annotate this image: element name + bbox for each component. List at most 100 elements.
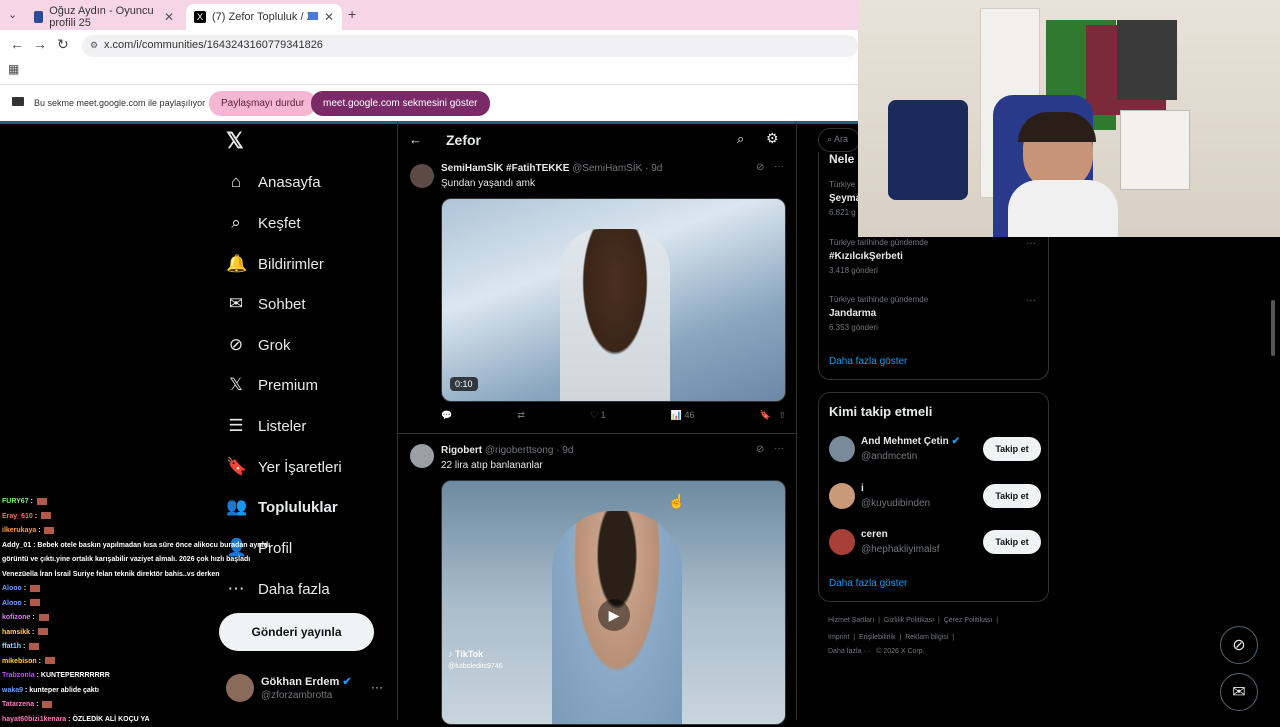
chat-message: mikebison :: [2, 655, 302, 670]
webcam-person-shirt: [1008, 180, 1118, 237]
sidebar-item-3[interactable]: 🔔Bildirimler: [226, 254, 324, 274]
reply-icon[interactable]: 💬: [441, 410, 452, 421]
chat-text: Venezüella İran İsrail Suriye felan tekn…: [2, 571, 219, 578]
more-icon[interactable]: ···: [774, 443, 784, 454]
tab-zefor[interactable]: X (7) Zefor Topluluk / X ✕: [186, 4, 342, 30]
chat-username: Trabzonla: [2, 672, 35, 679]
sidebar-item-1[interactable]: ⌂Anasayfa: [226, 172, 321, 192]
avatar[interactable]: [410, 164, 434, 188]
chat-username: mikebison: [2, 658, 37, 665]
show-more-trends-link[interactable]: Daha fazla göster: [829, 356, 907, 367]
grok-icon[interactable]: ⊘: [756, 162, 764, 173]
tab-list-chevron-icon[interactable]: ⌄: [8, 8, 17, 21]
avatar[interactable]: [829, 436, 855, 462]
tweet-text: 22 lira atıp banlananlar: [441, 460, 543, 471]
trend-more-icon[interactable]: ···: [1026, 238, 1036, 249]
chat-separator: :: [21, 643, 27, 650]
sidebar-item-8[interactable]: 🔖Yer İşaretleri: [226, 457, 342, 477]
chat-username: Addy_01: [2, 542, 31, 549]
show-meet-tab-button[interactable]: meet.google.com sekmesini göster: [311, 91, 490, 116]
views-button[interactable]: 📊 46: [671, 410, 695, 421]
chat-message: waka9 : kunteper ablide çaktı: [2, 684, 302, 699]
follow-suggestion[interactable]: And Mehmet Çetin ✔ @andmcetin Takip et: [829, 433, 1041, 467]
follow-button[interactable]: Takip et: [983, 484, 1041, 508]
footer-link[interactable]: Erişilebilirlik: [859, 634, 896, 641]
url-input[interactable]: ⚙ x.com/i/communities/164324316077934182…: [82, 35, 858, 57]
reload-icon[interactable]: ↻: [57, 36, 69, 53]
sidebar-item-6[interactable]: 𝕏Premium: [226, 375, 318, 395]
like-button[interactable]: ♡ 1: [590, 410, 606, 421]
avatar[interactable]: [829, 483, 855, 509]
tweet[interactable]: Rigobert @rigobertt­song · 9d ⊘ ··· 22 l…: [398, 440, 797, 720]
sidebar-item-7[interactable]: ☰Listeler: [226, 416, 306, 436]
close-tab-icon[interactable]: ✕: [164, 10, 174, 24]
chat-message: Venezüella İran İsrail Suriye felan tekn…: [2, 568, 302, 583]
follow-button[interactable]: Takip et: [983, 530, 1041, 554]
avatar[interactable]: [410, 444, 434, 468]
url-text: x.com/i/communities/1643243160779341826: [104, 39, 323, 51]
back-arrow-icon[interactable]: ←: [409, 132, 422, 147]
follow-suggestion[interactable]: i @kuyudibinden Takip et: [829, 480, 1041, 514]
sidebar-item-2[interactable]: ⌕Keşfet: [226, 213, 301, 233]
video-duration: 0:10: [450, 377, 478, 391]
avatar[interactable]: [829, 529, 855, 555]
sidebar-item-label: Yer İşaretleri: [258, 459, 342, 476]
footer-link[interactable]: Gizlilik Politikası: [884, 617, 934, 624]
bookmark-icon[interactable]: 🔖: [760, 410, 771, 420]
chat-separator: :: [36, 527, 42, 534]
scrollbar-thumb[interactable]: [1271, 300, 1275, 356]
footer-link[interactable]: Imprint: [828, 634, 849, 641]
verified-icon: ✔: [952, 436, 960, 447]
retweet-icon[interactable]: ⇄: [517, 410, 525, 421]
grok-icon[interactable]: ⊘: [756, 444, 764, 455]
copyright: © 2026 X Corp.: [876, 648, 924, 655]
footer-link[interactable]: Reklam bilgisi: [905, 634, 948, 641]
grok-fab-icon[interactable]: ⊘: [1220, 626, 1258, 664]
forward-icon[interactable]: →: [33, 36, 47, 52]
new-tab-button[interactable]: +: [348, 6, 356, 22]
tweet[interactable]: SemiHamSİK #FatihTEKKE @SemiHamSİK · 9d …: [398, 158, 797, 434]
chat-message: Alooo :: [2, 597, 302, 612]
more-icon[interactable]: ···: [774, 161, 784, 172]
search-icon[interactable]: ⌕: [737, 131, 744, 147]
emote-icon: [30, 599, 40, 606]
chat-username: hayat60bizi1kenara: [2, 716, 66, 723]
chat-separator: :: [30, 629, 36, 636]
search-input[interactable]: ⌕ Ara: [818, 128, 860, 152]
trend-item[interactable]: Türkiye tarihinde gündemde Jandarma 6.35…: [829, 295, 1039, 332]
tweet-author[interactable]: SemiHamSİK #FatihTEKKE @SemiHamSİK · 9d: [441, 163, 662, 174]
sidebar-item-5[interactable]: ⊘Grok: [226, 335, 291, 355]
messages-fab-icon[interactable]: ✉: [1220, 673, 1258, 711]
site-info-icon[interactable]: ⚙: [90, 40, 98, 51]
mouse-cursor-icon: ☝: [668, 493, 685, 510]
tab-oguz-aydin[interactable]: Oğuz Aydın - Oyuncu profili 25 ✕: [26, 4, 182, 30]
webcam-overlay: [858, 0, 1280, 237]
chat-message: kofizone :: [2, 611, 302, 626]
settings-gear-icon[interactable]: ⚙: [766, 130, 779, 147]
chat-text: Bebek otele baskın yapılmadan kısa süre …: [37, 542, 270, 549]
share-icon[interactable]: ⇧: [778, 410, 786, 420]
stop-sharing-button[interactable]: Paylaşmayı durdur: [209, 91, 316, 116]
footer-links: Daha fazla ··· © 2026 X Corp.: [828, 648, 925, 655]
tweet-video[interactable]: 0:10: [441, 198, 786, 402]
account-more-icon[interactable]: ···: [371, 680, 383, 694]
sidebar-item-4[interactable]: ✉Sohbet: [226, 294, 306, 314]
x-logo-icon[interactable]: 𝕏: [226, 128, 244, 154]
sidebar-icon: ⌂: [226, 172, 246, 192]
footer-link[interactable]: Çerez Politikası: [944, 617, 993, 624]
close-tab-icon[interactable]: ✕: [324, 10, 334, 24]
tweet-author[interactable]: Rigobert @rigobertt­song · 9d: [441, 445, 573, 456]
back-icon[interactable]: ←: [10, 36, 24, 52]
apps-grid-icon[interactable]: ▦: [8, 62, 19, 76]
footer-link[interactable]: Hizmet Şartları: [828, 617, 874, 624]
play-icon[interactable]: ▶: [598, 599, 630, 631]
show-more-follow-link[interactable]: Daha fazla göster: [829, 578, 907, 589]
tab-title: Oğuz Aydın - Oyuncu profili 25: [49, 5, 164, 29]
follow-suggestion[interactable]: ceren @hephakliyimalsf Takip et: [829, 526, 1041, 560]
trend-item[interactable]: Türkiye tarihinde gündemde #KızılcıkŞerb…: [829, 238, 1039, 275]
share-info-text: Bu sekme meet.google.com ile paylaşılıyo…: [34, 98, 205, 108]
trend-more-icon[interactable]: ···: [1026, 295, 1036, 306]
tweet-video[interactable]: ▶ ♪ TikTok @futboledits9746: [441, 480, 786, 725]
footer-link[interactable]: Daha fazla ···: [828, 648, 870, 655]
follow-button[interactable]: Takip et: [983, 437, 1041, 461]
